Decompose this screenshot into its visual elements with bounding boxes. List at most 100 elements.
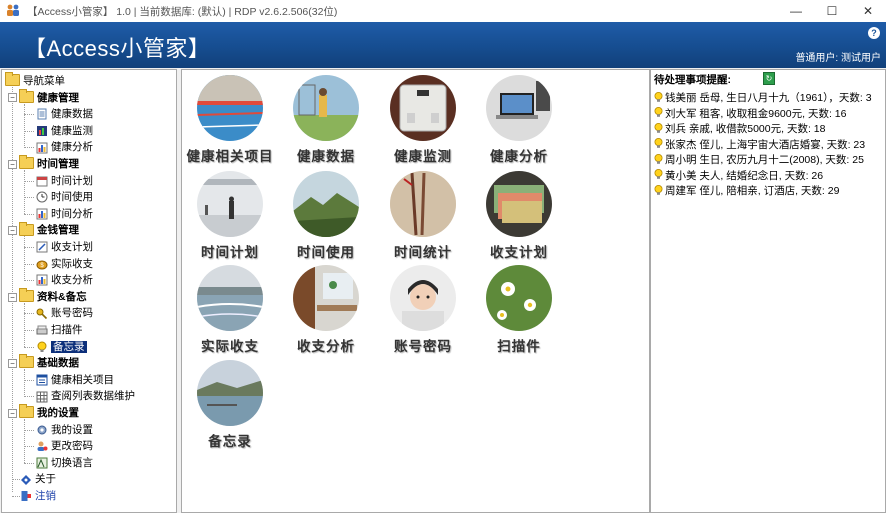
tile-tennis-player[interactable]: 健康数据 [278,75,374,165]
nav-item[interactable]: 时间分析 [36,206,93,222]
lake-icon[interactable] [197,360,263,426]
todo-item[interactable]: 钱美丽 岳母, 生日八月十九（1961），天数: 3 [654,90,872,106]
folder-open-icon [19,404,34,419]
todo-item[interactable]: 刘大军 租客, 收取租金9600元, 天数: 16 [654,106,846,122]
nav-item[interactable]: 账号密码 [36,305,93,321]
laptop-desk-icon[interactable] [486,75,552,141]
nav-logout[interactable]: 注销 [20,488,56,504]
help-icon[interactable]: ? [868,27,880,39]
tile-laptop-desk[interactable]: 健康分析 [471,75,567,165]
nav-item-label: 查阅列表数据维护 [51,390,135,403]
river-dam-icon[interactable] [197,265,263,331]
app-icon [7,4,19,16]
minimize-button[interactable]: — [778,0,814,22]
tile-label[interactable]: 时间计划 [182,241,278,261]
todo-item[interactable]: 黄小美 夫人, 结婚纪念日, 天数: 26 [654,168,823,184]
nav-group[interactable]: − 健康管理 [8,88,79,106]
tile-label[interactable]: 健康分析 [471,145,567,165]
collapse-toggle[interactable]: − [8,226,17,236]
tile-label[interactable]: 健康数据 [278,145,374,165]
collapse-toggle[interactable]: − [8,292,17,302]
nav-item[interactable]: 收支分析 [36,272,93,288]
office-icon[interactable] [293,265,359,331]
tile-label[interactable]: 健康相关项目 [182,145,278,165]
tile-swimming-pool[interactable]: 健康相关项目 [182,75,278,165]
nav-item-label: 我的设置 [51,423,93,436]
tile-label[interactable]: 实际收支 [182,335,278,355]
close-button[interactable]: ✕ [850,0,886,22]
tile-lake[interactable]: 备忘录 [182,360,278,450]
swimming-pool-icon[interactable] [197,75,263,141]
nav-root[interactable]: 导航菜单 [5,72,65,89]
maximize-button[interactable]: ☐ [814,0,850,22]
nav-group[interactable]: − 金钱管理 [8,221,79,238]
nav-item-label: 实际收支 [51,257,93,270]
nav-item[interactable]: 健康数据 [36,106,93,122]
nav-item[interactable]: 扫描件 [36,322,83,338]
airport-hall-icon[interactable] [197,171,263,237]
tile-label[interactable]: 收支分析 [278,335,374,355]
collapse-toggle[interactable]: − [8,93,17,103]
tile-label[interactable]: 收支计划 [471,241,567,261]
tile-child[interactable]: 账号密码 [375,265,471,355]
nav-group-label: 资料&备忘 [37,290,87,303]
todo-item[interactable]: 周建军 侄儿, 陪相亲, 订酒店, 天数: 29 [654,183,839,199]
nav-item-label: 备忘录 [51,340,87,353]
window-titlebar: 【Access小管家】 1.0 | 当前数据库: (默认) | RDP v2.6… [0,0,886,22]
todo-panel: 待处理事项提醒: ↻ 钱美丽 岳母, 生日八月十九（1961），天数: 3 刘大军… [650,69,886,513]
tile-office[interactable]: 收支分析 [278,265,374,355]
nav-item[interactable]: 时间计划 [36,173,93,189]
about-label: 关于 [35,473,56,486]
tile-banknotes[interactable]: 收支计划 [471,171,567,261]
folder-open-icon [19,88,34,103]
tennis-player-icon[interactable] [293,75,359,141]
nav-group[interactable]: − 资料&备忘 [8,288,87,305]
nav-item[interactable]: $ 实际收支 [36,256,93,272]
nav-item[interactable]: 健康相关项目 [36,372,114,388]
todo-item[interactable]: 张家杰 侄儿, 上海宇宙大酒店婚宴, 天数: 23 [654,137,865,153]
tile-mountain[interactable]: 时间使用 [278,171,374,261]
scale-icon[interactable] [390,75,456,141]
nav-item-label: 时间使用 [51,191,93,204]
nav-item[interactable]: 更改密码 [36,438,93,454]
nav-item[interactable]: 切换语言 [36,455,93,471]
banknotes-icon[interactable] [486,171,552,237]
nav-item[interactable]: 我的设置 [36,422,93,438]
tile-scale[interactable]: 健康监测 [375,75,471,165]
mountain-icon[interactable] [293,171,359,237]
tile-airport-hall[interactable]: 时间计划 [182,171,278,261]
nav-item[interactable]: 收支计划 [36,239,93,255]
nav-item[interactable]: 时间使用 [36,189,93,205]
refresh-icon[interactable]: ↻ [763,72,775,85]
nav-item[interactable]: 备忘录 [36,339,87,355]
nav-item[interactable]: 健康分析 [36,139,93,155]
tile-label[interactable]: 备忘录 [182,430,278,450]
nav-group[interactable]: − 我的设置 [8,404,79,421]
tile-daisies[interactable]: 扫描件 [471,265,567,355]
tile-label[interactable]: 扫描件 [471,335,567,355]
clock-icon [36,191,48,203]
nav-item[interactable]: 查阅列表数据维护 [36,388,135,404]
todo-item-text: 黄小美 夫人, 结婚纪念日, 天数: 26 [665,169,824,182]
tile-river-dam[interactable]: 实际收支 [182,265,278,355]
nav-group[interactable]: − 时间管理 [8,155,79,172]
chopsticks-icon[interactable] [390,171,456,237]
collapse-toggle[interactable]: − [8,358,17,368]
nav-item-label: 时间计划 [51,174,93,187]
tile-chopsticks[interactable]: 时间统计 [375,171,471,261]
todo-item[interactable]: 刘兵 亲戚, 收借款5000元, 天数: 18 [654,121,825,137]
collapse-toggle[interactable]: − [8,159,17,169]
nav-about[interactable]: 关于 [20,471,56,487]
tile-label[interactable]: 时间统计 [375,241,471,261]
tile-label[interactable]: 健康监测 [375,145,471,165]
nav-group-label: 基础数据 [37,357,79,370]
tile-label[interactable]: 时间使用 [278,241,374,261]
nav-group[interactable]: − 基础数据 [8,354,79,371]
tile-label[interactable]: 账号密码 [375,335,471,355]
nav-item[interactable]: 健康监测 [36,123,93,139]
child-icon[interactable] [390,265,456,331]
todo-item[interactable]: 周小明 生日, 农历九月十二(2008), 天数: 25 [654,152,864,168]
lightbulb-icon [654,169,663,180]
daisies-icon[interactable] [486,265,552,331]
collapse-toggle[interactable]: − [8,408,17,418]
